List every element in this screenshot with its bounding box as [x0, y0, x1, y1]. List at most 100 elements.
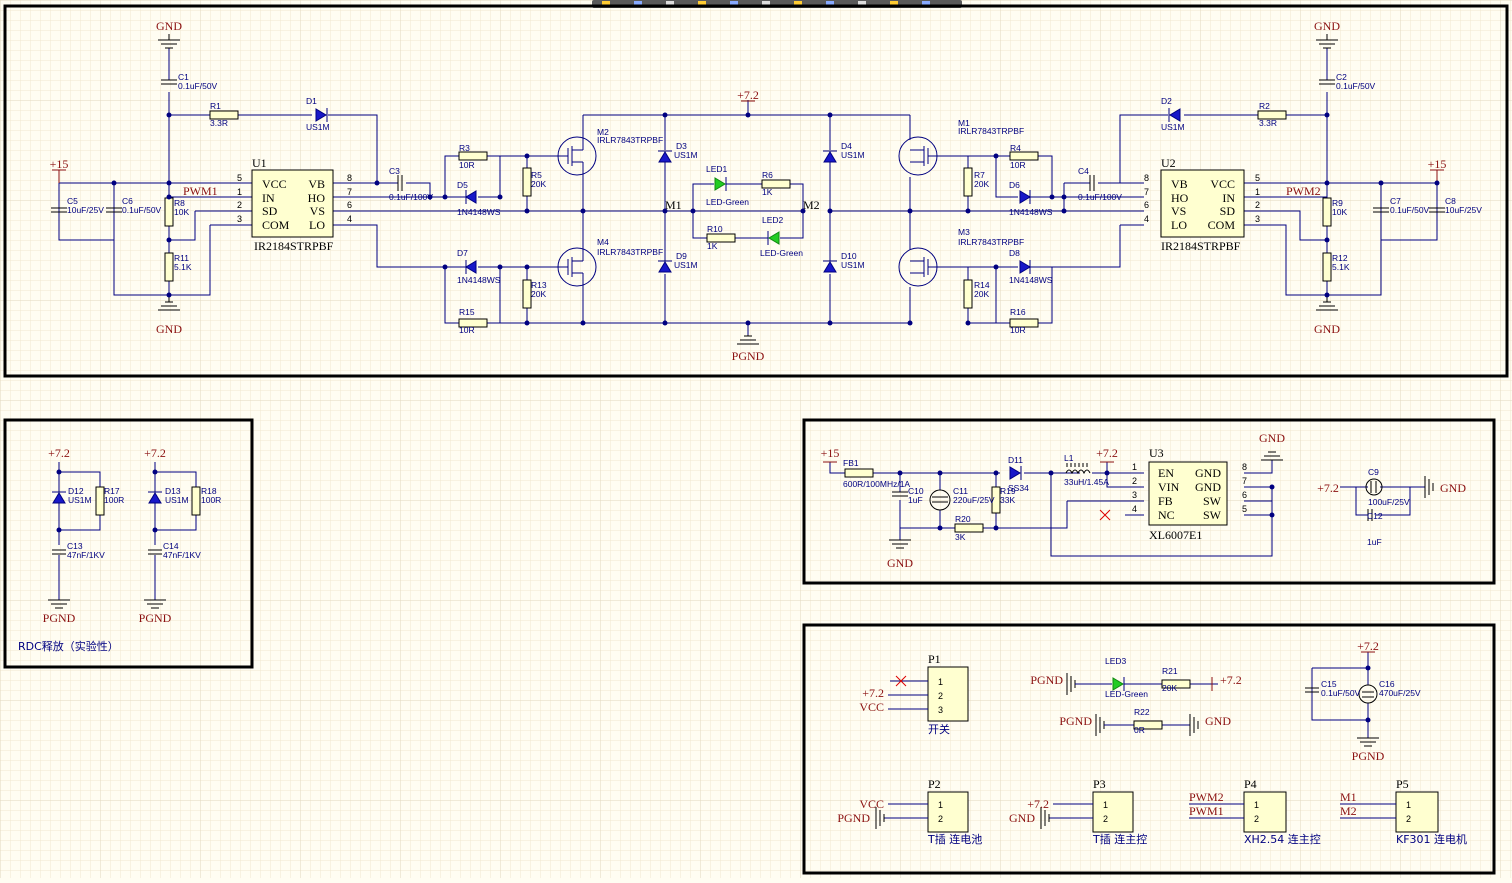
schematic-label: 3: [1255, 214, 1260, 224]
schematic-label: VB: [1171, 177, 1188, 191]
schematic-label: KF301 连电机: [1396, 832, 1467, 846]
schematic-label: 10R: [1010, 325, 1026, 335]
schematic-label: IRLR7843TRPBF: [597, 135, 663, 145]
schematic-label: HO: [1171, 191, 1189, 205]
schematic-label: D8: [1009, 248, 1020, 258]
schematic-label: 6: [347, 200, 352, 210]
schematic-label: 33uH/1.45A: [1064, 477, 1109, 487]
schematic-label: P4: [1244, 777, 1257, 791]
schematic-label: 100R: [201, 495, 221, 505]
schematic-label: US1M: [306, 122, 330, 132]
junction-dot: [827, 112, 833, 118]
schematic-label: GND: [156, 19, 182, 33]
schematic-label: VCC: [262, 177, 287, 191]
schematic-label: NC: [1158, 508, 1175, 522]
schematic-label: 8: [347, 173, 352, 183]
schematic-label: 47nF/1KV: [67, 550, 105, 560]
schematic-label: D2: [1161, 96, 1172, 106]
schematic-label: 33K: [1000, 495, 1015, 505]
schematic-label: 20K: [531, 289, 546, 299]
schematic-label: LED-Green: [760, 248, 803, 258]
schematic-label: 开关: [928, 722, 950, 736]
junction-dot: [1324, 112, 1330, 118]
junction-dot: [690, 208, 696, 214]
junction-dot: [907, 208, 913, 214]
schematic-label: 220uF/25V: [953, 495, 995, 505]
junction-dot: [993, 153, 999, 159]
junction-dot: [1378, 180, 1384, 186]
schematic-label: PGND: [139, 611, 172, 625]
schematic-label: 1N4148WS: [1009, 207, 1053, 217]
schematic-label: FB: [1158, 494, 1173, 508]
schematic-label: R10: [707, 224, 723, 234]
schematic-label: M3: [958, 227, 970, 237]
schematic-label: 2: [938, 814, 943, 824]
junction-dot: [965, 320, 971, 326]
schematic-label: 5: [1255, 173, 1260, 183]
schematic-label: US1M: [841, 150, 865, 160]
schematic-label: T插 连主控: [1092, 832, 1147, 846]
schematic-label: GND: [156, 322, 182, 336]
schematic-label: 100R: [104, 495, 124, 505]
schematic-canvas[interactable]: GND GND GND GND PGND +7.2 +15 +15 PWM1 PWM2 M1 M2 C1…: [0, 0, 1512, 878]
schematic-label: VCC: [859, 700, 884, 714]
schematic-label: 1: [938, 677, 943, 687]
schematic-label: IN: [262, 191, 275, 205]
schematic-label: 600R/100MHz/1A: [843, 479, 910, 489]
junction-dot: [524, 153, 530, 159]
junction-dot: [1324, 237, 1330, 243]
schematic-label: 6: [1242, 490, 1247, 500]
schematic-label: M1: [1340, 790, 1357, 804]
schematic-label: +7.2: [1027, 797, 1049, 811]
schematic-label: PGND: [732, 349, 765, 363]
junction-dot: [524, 208, 530, 214]
schematic-label: +7.2: [862, 686, 884, 700]
schematic-label: U3: [1149, 446, 1164, 460]
schematic-label: 8: [1144, 173, 1149, 183]
schematic-label: PGND: [1059, 714, 1092, 728]
junction-dot: [524, 264, 530, 270]
schematic-label: VIN: [1158, 480, 1180, 494]
schematic-label: T插 连电池: [927, 832, 982, 846]
junction-dot: [166, 112, 172, 118]
junction-dot: [166, 237, 172, 243]
schematic-label: 8: [1242, 462, 1247, 472]
schematic-label: +7.2: [737, 88, 759, 102]
schematic-label: +7.2: [1357, 639, 1379, 653]
schematic-label: 2: [1406, 814, 1411, 824]
schematic-label: 4: [347, 214, 352, 224]
schematic-label: 0.1uF/50V: [122, 205, 162, 215]
schematic-label: LED-Green: [706, 197, 749, 207]
schematic-label: R6: [762, 170, 773, 180]
schematic-label: 10R: [459, 160, 475, 170]
schematic-label: LED2: [762, 215, 784, 225]
schematic-label: D11: [1008, 455, 1023, 465]
junction-dot: [497, 264, 503, 270]
schematic-label: US1M: [674, 260, 698, 270]
schematic-label: 5.1K: [174, 262, 192, 272]
schematic-label: US1M: [841, 260, 865, 270]
schematic-label: SD: [1220, 204, 1236, 218]
junction-dot: [111, 180, 117, 186]
schematic-label: R21: [1162, 666, 1178, 676]
schematic-label: 1: [1103, 800, 1108, 810]
schematic-label: XH2.54 连主控: [1244, 832, 1321, 846]
schematic-label: L1: [1064, 453, 1074, 463]
schematic-label: US1M: [674, 150, 698, 160]
schematic-label: COM: [1208, 218, 1236, 232]
schematic-label: IR2184STRPBF: [254, 239, 334, 253]
schematic-label: 4: [1132, 504, 1137, 514]
schematic-label: C12: [1367, 511, 1383, 521]
schematic-label: VB: [308, 177, 325, 191]
schematic-label: 20K: [1162, 683, 1177, 693]
schematic-label: M4: [597, 237, 609, 247]
junction-dot: [1324, 180, 1330, 186]
schematic-label: PWM1: [183, 184, 218, 198]
schematic-label: 1: [1132, 462, 1137, 472]
schematic-label: EN: [1158, 466, 1174, 480]
junction-dot: [580, 320, 586, 326]
junction-dot: [662, 112, 668, 118]
schematic-label: 20K: [974, 289, 989, 299]
schematic-label: 6: [1144, 200, 1149, 210]
schematic-label: 0.1uF/50V: [1321, 688, 1361, 698]
